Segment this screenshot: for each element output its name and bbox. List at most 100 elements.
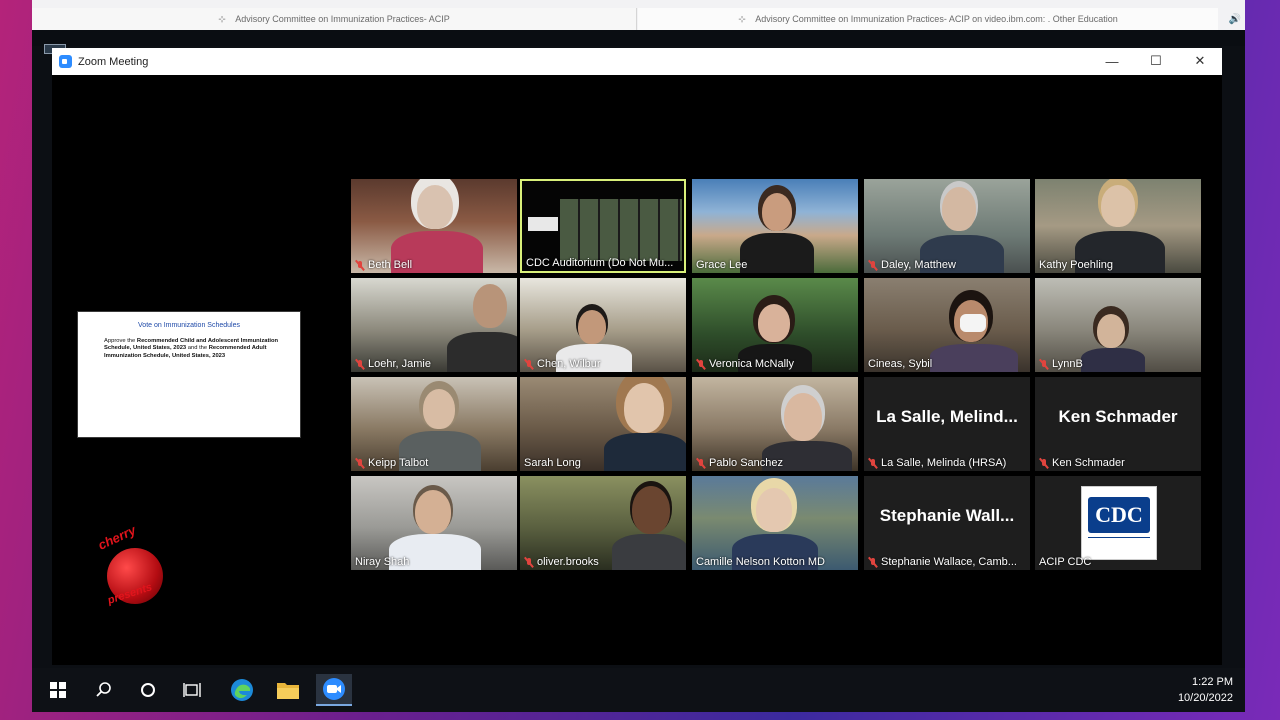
participant-name: Veronica McNally <box>696 358 794 370</box>
participant-video <box>447 332 517 372</box>
browser-tab-2[interactable]: ⊹ Advisory Committee on Immunization Pra… <box>638 8 1218 30</box>
participant-name: Daley, Matthew <box>868 259 956 271</box>
participant-display-name: Stephanie Wall... <box>879 506 1015 525</box>
participant-name: Kathy Poehling <box>1039 259 1113 271</box>
participant-video <box>473 284 507 328</box>
participant-tile[interactable]: oliver.brooks <box>520 476 686 570</box>
task-view-icon[interactable] <box>175 674 211 706</box>
slide-body: Approve the Recommended Child and Adoles… <box>104 338 292 360</box>
speaker-icon[interactable]: 🔊 <box>1229 14 1241 25</box>
participant-tile[interactable]: Cineas, Sybil <box>864 278 1030 372</box>
face-mask <box>960 314 986 332</box>
cortana-icon[interactable] <box>130 674 166 706</box>
zoom-title-bar: Zoom Meeting — ☐ ✕ <box>52 48 1222 75</box>
participant-tile[interactable]: Keipp Talbot <box>351 377 517 471</box>
mic-muted-icon <box>355 260 365 271</box>
participant-name-text: Keipp Talbot <box>368 457 429 469</box>
participant-tile[interactable]: Pablo Sanchez <box>692 377 858 471</box>
participant-tile[interactable]: Veronica McNally <box>692 278 858 372</box>
participant-video <box>578 310 606 344</box>
participant-tile[interactable]: Camille Nelson Kotton MD <box>692 476 858 570</box>
participant-display-name: Ken Schmader <box>1058 407 1178 426</box>
participant-name: ACIP CDC <box>1039 556 1091 568</box>
participant-name-text: Daley, Matthew <box>881 259 956 271</box>
participant-name-text: Stephanie Wallace, Camb... <box>881 556 1017 568</box>
slide-text-3: and the <box>187 345 208 352</box>
cdc-logo-text: CDC <box>1088 497 1150 533</box>
participant-tile[interactable]: CDC ACIP CDC <box>1035 476 1201 570</box>
participant-tile[interactable]: Niray Shah <box>351 476 517 570</box>
participant-tile[interactable]: Daley, Matthew <box>864 179 1030 273</box>
participant-name: Stephanie Wallace, Camb... <box>868 556 1017 568</box>
participant-video <box>756 488 792 532</box>
participant-video <box>604 433 686 471</box>
participant-video <box>1097 314 1125 348</box>
participant-tile[interactable]: Loehr, Jamie <box>351 278 517 372</box>
mic-muted-icon <box>1039 359 1049 370</box>
participant-name: Camille Nelson Kotton MD <box>696 556 825 568</box>
participant-tile[interactable]: Chen, Wilbur <box>520 278 686 372</box>
browser-tab-1[interactable]: ⊹ Advisory Committee on Immunization Pra… <box>32 8 637 30</box>
participant-video <box>930 344 1018 372</box>
participant-name-text: Veronica McNally <box>709 358 794 370</box>
participant-tile[interactable]: Kathy Poehling <box>1035 179 1201 273</box>
zoom-icon[interactable] <box>316 674 352 706</box>
participant-video <box>1081 348 1145 372</box>
participant-name-text: Pablo Sanchez <box>709 457 783 469</box>
participant-tile[interactable]: Sarah Long <box>520 377 686 471</box>
maximize-button[interactable]: ☐ <box>1141 51 1171 71</box>
file-explorer-icon[interactable] <box>270 674 306 706</box>
cherry-presents-watermark: cherry presents <box>96 522 187 620</box>
window-strip <box>32 30 1245 46</box>
slide-title: Vote on Immunization Schedules <box>138 322 240 329</box>
minimize-button[interactable]: — <box>1097 51 1127 71</box>
participant-name: Niray Shah <box>355 556 409 568</box>
search-icon[interactable] <box>86 674 122 706</box>
participant-video <box>528 217 558 231</box>
participant-tile[interactable]: La Salle, Melind... La Salle, Melinda (H… <box>864 377 1030 471</box>
participant-tile[interactable]: Ken Schmader Ken Schmader <box>1035 377 1201 471</box>
participant-video <box>417 185 453 229</box>
participant-name-text: Chen, Wilbur <box>537 358 601 370</box>
participant-video <box>415 490 451 534</box>
cdc-logo-subtitle <box>1088 537 1150 549</box>
participant-video <box>762 193 792 231</box>
participant-name: Sarah Long <box>524 457 581 469</box>
windows-taskbar: 1:22 PM 10/20/2022 <box>32 668 1245 712</box>
participant-name: Cineas, Sybil <box>868 358 932 370</box>
participant-name: oliver.brooks <box>524 556 599 568</box>
participant-name: La Salle, Melinda (HRSA) <box>868 457 1006 469</box>
system-clock[interactable]: 1:22 PM 10/20/2022 <box>1178 674 1233 706</box>
participant-display-name: La Salle, Melind... <box>876 407 1018 426</box>
participant-name-text: LynnB <box>1052 358 1083 370</box>
participant-name-text: La Salle, Melinda (HRSA) <box>881 457 1007 469</box>
participant-tile[interactable]: LynnB <box>1035 278 1201 372</box>
participant-tile[interactable]: Beth Bell <box>351 179 517 273</box>
participant-name: Pablo Sanchez <box>696 457 783 469</box>
mic-muted-icon <box>868 260 878 271</box>
participant-video <box>1101 185 1135 227</box>
clock-time: 1:22 PM <box>1192 676 1233 688</box>
windows-start-icon[interactable] <box>40 674 76 706</box>
participant-tile[interactable]: Grace Lee <box>692 179 858 273</box>
participant-tile[interactable]: Stephanie Wall... Stephanie Wallace, Cam… <box>864 476 1030 570</box>
close-button[interactable]: ✕ <box>1185 51 1215 71</box>
participant-name: Ken Schmader <box>1039 457 1125 469</box>
participant-video <box>560 199 682 261</box>
participant-name-text: Camille Nelson Kotton MD <box>696 556 825 568</box>
participant-name-text: Sarah Long <box>524 457 581 469</box>
participant-tile[interactable]: CDC Auditorium (Do Not Mu... <box>520 179 686 273</box>
participant-name: Beth Bell <box>355 259 412 271</box>
participant-name-text: Grace Lee <box>696 259 748 271</box>
zoom-logo-icon <box>59 55 72 68</box>
cdc-logo: CDC <box>1081 486 1157 560</box>
participant-video <box>624 383 664 433</box>
mic-muted-icon <box>524 359 534 370</box>
shared-screen-slide[interactable]: Vote on Immunization Schedules Approve t… <box>77 311 301 438</box>
zoom-window-title: Zoom Meeting <box>78 55 149 68</box>
edge-icon[interactable] <box>224 674 260 706</box>
mic-muted-icon <box>868 557 878 568</box>
mic-muted-icon <box>524 557 534 568</box>
broadcast-icon: ⊹ <box>738 14 746 24</box>
screen: ⊹ Advisory Committee on Immunization Pra… <box>32 0 1245 712</box>
